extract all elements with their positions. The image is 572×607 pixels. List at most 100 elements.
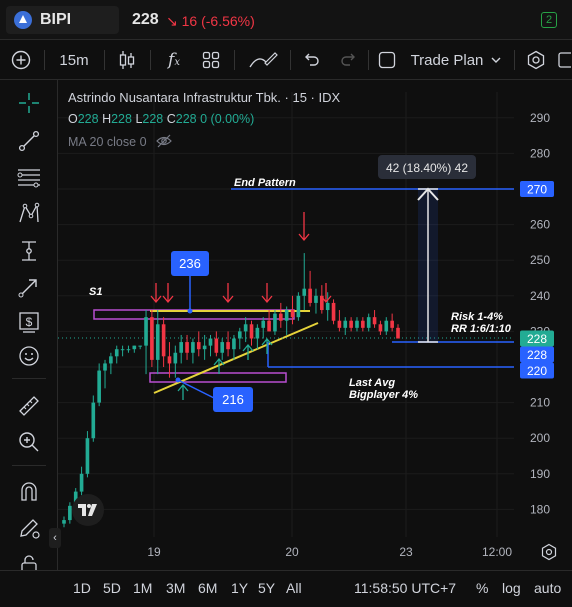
y-tick-label: 250 — [530, 253, 550, 267]
candle-body — [214, 338, 219, 353]
chart-canvas[interactable]: 236 216 End Pattern S1 Risk 1-4% RR 1:6/… — [0, 0, 572, 570]
callout-236-dot — [187, 308, 193, 314]
rr-label[interactable]: RR 1:6/1:10 — [451, 323, 512, 335]
timeframe-5d[interactable]: 5D — [103, 571, 121, 605]
candle-body — [155, 324, 160, 360]
candle-body — [79, 473, 84, 492]
ohlc-value: 228 — [77, 112, 99, 126]
axis-settings-button[interactable] — [540, 543, 558, 561]
candle-body — [255, 327, 260, 339]
candle-body — [390, 320, 394, 328]
candle-body — [109, 356, 113, 364]
callout-236-label: 236 — [179, 256, 201, 271]
candle-body — [366, 317, 371, 328]
ma-label: MA 20 close 0 — [68, 135, 147, 149]
bigplayer-label[interactable]: Bigplayer 4% — [349, 389, 418, 401]
x-tick-label: 12:00 — [482, 545, 512, 559]
candle-body — [97, 370, 101, 403]
y-tick-label: 260 — [530, 218, 550, 232]
timeframe-5y[interactable]: 5Y — [258, 571, 275, 605]
ohlc-key: O — [68, 112, 78, 126]
ohlc-change: 0 (0.00%) — [200, 112, 255, 126]
candle-body — [261, 320, 266, 328]
price-axis-label-text: 220 — [527, 364, 547, 378]
candle-body — [302, 288, 307, 296]
timeframe-all[interactable]: All — [286, 571, 302, 605]
candle-body — [296, 295, 301, 318]
bottom-toolbar: 1D 5D 1M 3M 6M 1Y 5Y All 11:58:50 UTC+7 … — [0, 570, 572, 607]
percent-toggle[interactable]: % — [476, 571, 488, 605]
callout-216-label: 216 — [222, 392, 244, 407]
candle-body — [308, 288, 312, 303]
timeframe-1m[interactable]: 1M — [133, 571, 152, 605]
y-tick-label: 200 — [530, 431, 550, 445]
price-axis-label-text: 270 — [527, 183, 547, 197]
y-tick-label: 280 — [530, 146, 550, 160]
candle-body — [91, 402, 96, 439]
candle-body — [202, 345, 207, 350]
candle-body — [237, 331, 242, 339]
candle-body — [173, 352, 178, 364]
candle-body — [62, 520, 66, 524]
candle-body — [396, 327, 400, 339]
chart-legend-title[interactable]: Astrindo Nusantara Infrastruktur Tbk. · … — [68, 90, 340, 105]
support-zone[interactable] — [149, 372, 287, 383]
risk-label[interactable]: Risk 1-4% — [451, 311, 503, 323]
candle-body — [196, 342, 201, 350]
auto-toggle[interactable]: auto — [534, 571, 561, 605]
candle-body — [290, 310, 295, 318]
candle-body — [355, 320, 359, 328]
candle-body — [249, 324, 254, 339]
red-arrow-icon — [150, 283, 162, 304]
candle-body — [378, 324, 383, 332]
timeframe-6m[interactable]: 6M — [198, 571, 217, 605]
candle-body — [220, 342, 225, 353]
red-arrow-icon — [298, 212, 310, 242]
ohlc-legend: O228 H228 L228 C228 0 (0.00%) — [68, 112, 254, 126]
y-tick-label: 180 — [530, 502, 550, 516]
price-axis-label-text: 228 — [527, 348, 547, 362]
timeframe-3m[interactable]: 3M — [166, 571, 185, 605]
candle-body — [132, 345, 137, 350]
ma-legend[interactable]: MA 20 close 0 — [68, 134, 172, 149]
y-tick-label: 190 — [530, 467, 550, 481]
hexagon-settings-icon — [541, 543, 557, 561]
candle-body — [343, 320, 348, 328]
price-label-layer: 270 228 228 220 — [520, 181, 554, 379]
y-tick-label: 210 — [530, 396, 550, 410]
timeframe-1y[interactable]: 1Y — [231, 571, 248, 605]
end-pattern-label[interactable]: End Pattern — [234, 177, 296, 189]
last-avg-label[interactable]: Last Avg — [349, 377, 395, 389]
y-tick-label: 240 — [530, 289, 550, 303]
candle-body — [103, 363, 107, 371]
x-tick-label: 23 — [399, 545, 413, 559]
candle-body — [191, 342, 195, 353]
candle-body — [284, 310, 289, 321]
candle-body — [85, 438, 90, 474]
clock-timezone[interactable]: 11:58:50 UTC+7 — [354, 571, 456, 605]
candle-body — [372, 317, 377, 325]
timeframe-1d[interactable]: 1D — [73, 571, 91, 605]
callout-216-dot — [175, 377, 181, 383]
candle-body — [232, 338, 236, 350]
candle-body — [337, 320, 342, 328]
candle-body — [226, 342, 230, 350]
s1-label[interactable]: S1 — [89, 286, 102, 298]
price-axis-label-text: 228 — [527, 332, 547, 346]
red-arrow-icon — [261, 283, 273, 304]
x-tick-label: 20 — [285, 545, 299, 559]
candle-body — [185, 342, 189, 353]
candle-body — [243, 324, 248, 332]
candle-body — [208, 338, 213, 346]
ohlc-key: H — [102, 112, 112, 126]
candle-body — [267, 320, 271, 332]
candle-body — [167, 356, 172, 364]
candle-body — [161, 324, 166, 357]
candle-body — [150, 317, 154, 360]
tradingview-logo-icon[interactable] — [72, 494, 104, 526]
eye-hidden-icon[interactable] — [156, 134, 172, 148]
candle-body — [126, 349, 131, 351]
green-arrow-icon — [242, 343, 254, 360]
log-toggle[interactable]: log — [502, 571, 521, 605]
measure-tooltip-label: 42 (18.40%) 42 — [386, 161, 468, 175]
